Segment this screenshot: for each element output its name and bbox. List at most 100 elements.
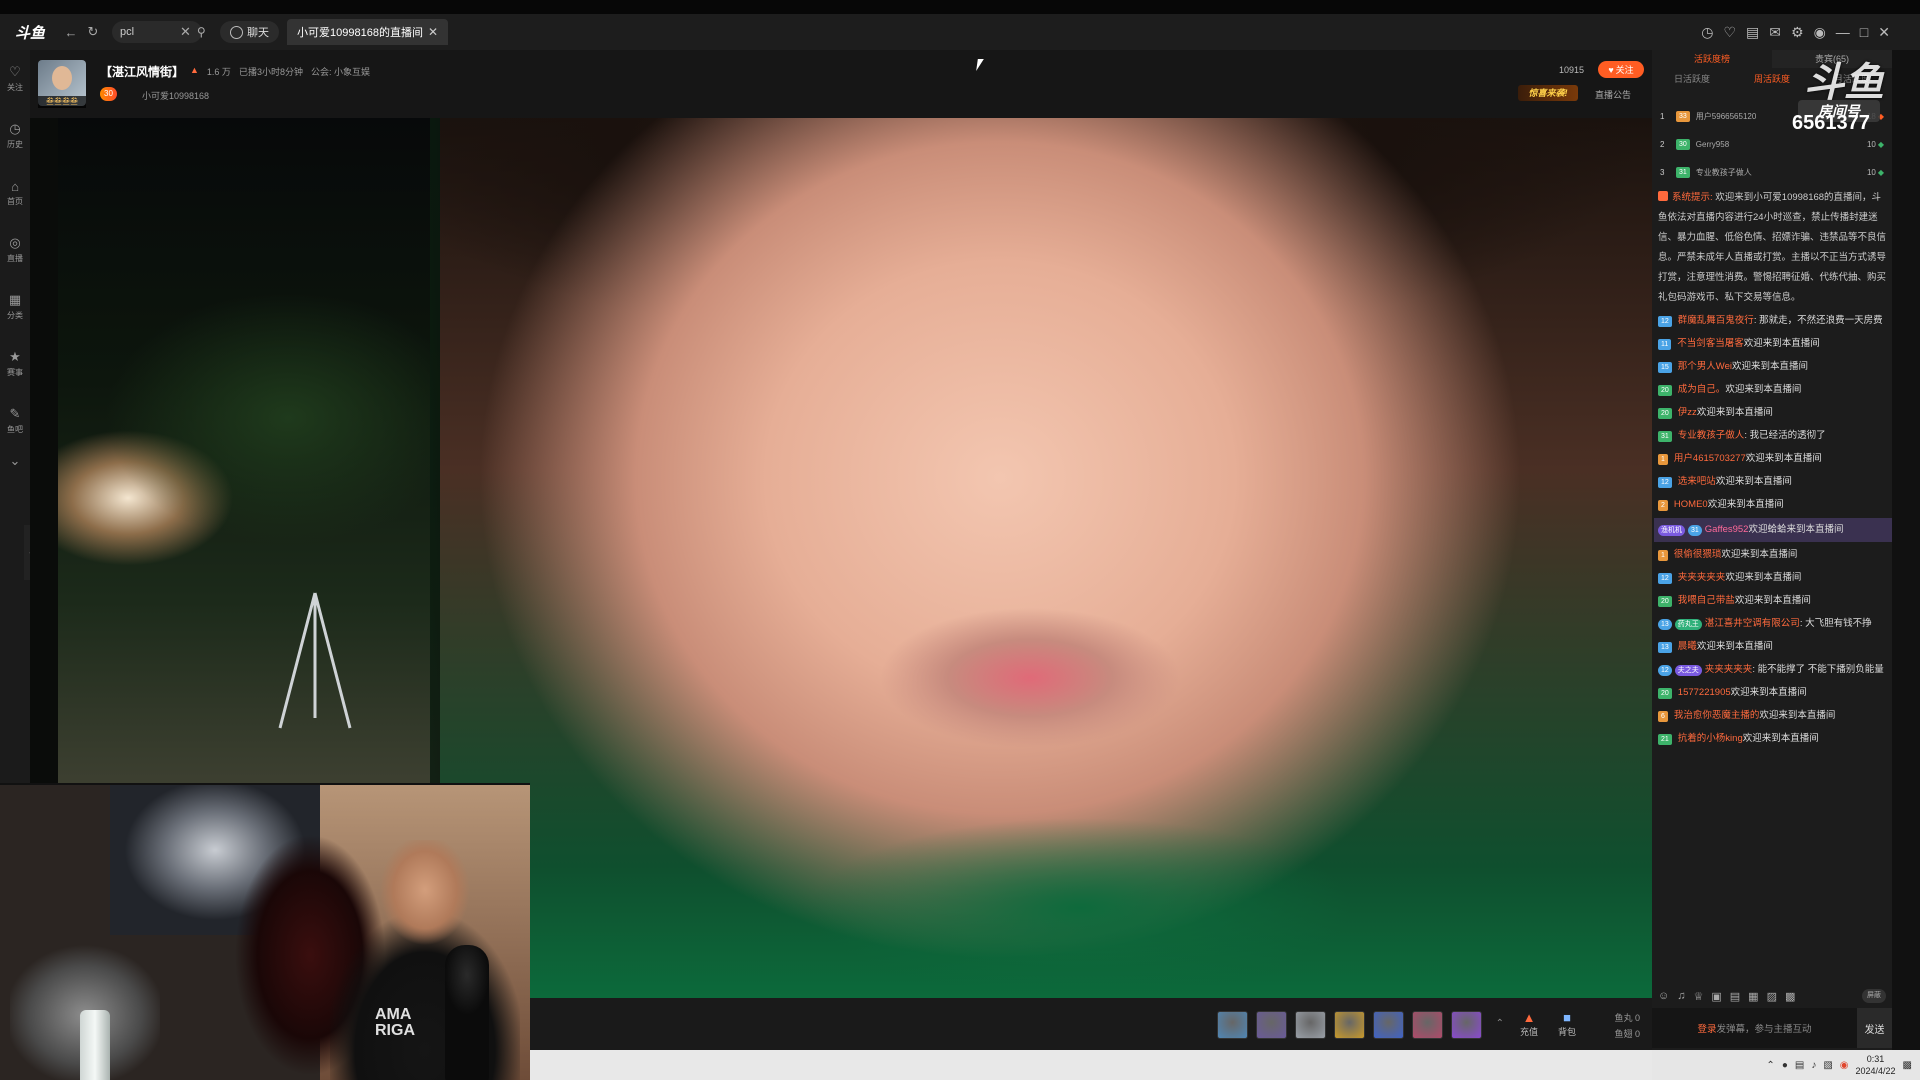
chat-username[interactable]: 群魔乱舞百鬼夜行 <box>1678 315 1754 326</box>
notification-icon[interactable]: ▩ <box>1903 1060 1912 1071</box>
emoji-icon[interactable]: ☺ <box>1658 990 1669 1002</box>
user-level-badge: 20 <box>1658 408 1672 419</box>
chat-button[interactable]: 聊天 <box>220 21 279 43</box>
room-guild[interactable]: 公会: 小象互娱 <box>311 65 370 78</box>
login-link[interactable]: 登录 <box>1697 1021 1716 1035</box>
chat-system-message: 系统提示: 欢迎来到小可爱10998168的直播间，斗鱼依法对直播内容进行24小… <box>1658 191 1887 303</box>
speaker-icon[interactable]: ♫ <box>1677 990 1685 1002</box>
crown-icon[interactable]: ♕ <box>1693 990 1703 1003</box>
notice-button[interactable]: 直播公告 <box>1595 88 1631 101</box>
settings-icon[interactable]: ⚙ <box>1791 24 1804 41</box>
chat-username[interactable]: 我治愈你恶魔主播的 <box>1674 710 1760 721</box>
chat-username[interactable]: 专业教孩子做人 <box>1678 430 1745 441</box>
tab-daily[interactable]: 日活跃度 <box>1652 70 1732 88</box>
refresh-icon[interactable]: ↻ <box>82 21 104 43</box>
share-icon[interactable]: ▩ <box>1785 990 1795 1003</box>
card-icon[interactable]: ▦ <box>1748 990 1758 1003</box>
back-icon[interactable]: ← <box>60 21 82 43</box>
fan-badge-icon[interactable]: ▣ <box>1711 990 1721 1003</box>
sidebar-more[interactable]: ⌄ <box>0 449 30 473</box>
sidebar-item-follow[interactable]: ♡ 关注 <box>0 50 30 107</box>
chat-message: 12 选来吧站欢迎来到本直播间 <box>1658 472 1888 492</box>
system-clock[interactable]: 0:31 2024/4/22 <box>1856 1053 1896 1077</box>
chat-text: 欢迎来到本直播间 <box>1732 361 1809 372</box>
gift-item[interactable] <box>1334 1011 1365 1039</box>
rank-row[interactable]: 3 31 专业教孩子做人 10 ◆ <box>1652 158 1892 186</box>
chat-username[interactable]: 晨曦 <box>1678 641 1697 652</box>
chat-username[interactable]: 很偷很猥琐 <box>1674 549 1722 560</box>
recharge-button[interactable]: ▲ 充值 <box>1514 1010 1544 1038</box>
sidebar-item-live[interactable]: ◎ 直播 <box>0 221 30 278</box>
heart-icon: ♥ <box>1608 64 1614 75</box>
send-button[interactable]: 发送 <box>1857 1008 1892 1048</box>
network-icon[interactable]: ▤ <box>1795 1060 1804 1071</box>
minimize-icon[interactable]: — <box>1836 24 1850 40</box>
video-close-up-face <box>440 118 1652 998</box>
chat-input[interactable]: 登录 发弹幕，参与主播互动 <box>1652 1008 1857 1048</box>
gift-item[interactable] <box>1373 1011 1404 1039</box>
playground-swing <box>278 592 352 729</box>
history-icon[interactable]: ◷ <box>1701 24 1713 41</box>
calendar-icon[interactable]: ▤ <box>1746 24 1759 41</box>
sidebar-item-events[interactable]: ★ 赛事 <box>0 335 30 392</box>
chat-message: 20 成为自己。欢迎来到本直播间 <box>1658 380 1888 400</box>
sidebar-item-history[interactable]: ◷ 历史 <box>0 107 30 164</box>
chat-username[interactable]: HOME0 <box>1674 499 1708 510</box>
clear-icon[interactable]: ✕ <box>180 24 191 40</box>
ime-icon[interactable]: ▧ <box>1823 1060 1832 1071</box>
search-icon[interactable]: ⚲ <box>197 25 206 39</box>
message-icon[interactable]: ✉ <box>1769 24 1781 41</box>
chat-text: 欢迎来到本直播间 <box>1715 476 1792 487</box>
avatar-tag: 叁叁叁叁 <box>38 96 86 108</box>
chat-username[interactable]: 用户4615703277 <box>1674 453 1746 464</box>
chat-message: 12 夫之夫 夹夹夹夹夹: 能不能撑了 不能下播别负能量 <box>1658 660 1888 680</box>
chat-username[interactable]: 夹夹夹夹夹 <box>1678 572 1726 583</box>
chat-username[interactable]: 那个男人Wei <box>1678 361 1732 372</box>
chat-username[interactable]: 成为自己。 <box>1678 384 1726 395</box>
chat-username[interactable]: 伊zz <box>1678 407 1697 418</box>
user-avatar-icon[interactable]: ◉ <box>1814 24 1826 41</box>
maximize-icon[interactable]: □ <box>1860 24 1868 40</box>
chat-message: 6 我治愈你恶魔主播的欢迎来到本直播间 <box>1658 706 1888 726</box>
chat-username[interactable]: 选来吧站 <box>1678 476 1716 487</box>
promo-banner[interactable]: 惊喜来袭! <box>1518 85 1578 101</box>
anchor-name[interactable]: 小可爱10998168 <box>142 89 209 102</box>
room-duration: 已播3小时8分钟 <box>238 67 303 77</box>
sidebar-item-category[interactable]: ▦ 分类 <box>0 278 30 335</box>
room-title: 【湛江风情街】 <box>100 65 185 79</box>
gift-item[interactable] <box>1217 1011 1248 1039</box>
sidebar-item-fishbar[interactable]: ✎ 鱼吧 <box>0 392 30 449</box>
gift-icon[interactable]: ▤ <box>1730 990 1740 1003</box>
chevron-up-icon[interactable]: ⌃ <box>1496 1018 1504 1029</box>
mic-icon[interactable]: ● <box>1782 1060 1788 1071</box>
backpack-button[interactable]: ■ 背包 <box>1552 1010 1582 1038</box>
chat-message: 15 那个男人Wei欢迎来到本直播间 <box>1658 357 1888 377</box>
bag-icon[interactable]: ▨ <box>1767 990 1777 1003</box>
chat-username[interactable]: 抗着的小杨king <box>1678 733 1743 744</box>
gift-item[interactable] <box>1451 1011 1482 1039</box>
chat-text: 欢迎来到本直播间 <box>1725 572 1802 583</box>
app-tray-icon[interactable]: ◉ <box>1840 1060 1849 1071</box>
room-hot: 1.6 万 <box>206 67 231 77</box>
tray-chevron-icon[interactable]: ⌃ <box>1766 1060 1774 1071</box>
gift-item[interactable] <box>1412 1011 1443 1039</box>
favorite-icon[interactable]: ♡ <box>1723 24 1736 41</box>
search-input[interactable] <box>120 26 178 38</box>
sidebar-item-home[interactable]: ⌂ 首页 <box>0 164 30 221</box>
chat-message: 20 伊zz欢迎来到本直播间 <box>1658 403 1888 423</box>
shield-toggle[interactable]: 屏蔽 <box>1862 989 1886 1003</box>
close-window-icon[interactable]: ✕ <box>1878 24 1890 41</box>
gift-item[interactable] <box>1256 1011 1287 1039</box>
rank-same-icon: ◆ <box>1877 167 1884 177</box>
chat-username[interactable]: 我喂自己带盐 <box>1678 595 1735 606</box>
douyu-logo[interactable]: 斗鱼 <box>0 14 60 50</box>
chat-username[interactable]: 1577221905 <box>1678 687 1731 698</box>
pip-webcam: AMA RIGA <box>0 783 530 1080</box>
gift-item[interactable] <box>1295 1011 1326 1039</box>
chat-username[interactable]: 不当剑客当屠客 <box>1677 338 1744 349</box>
tab-close-icon[interactable]: ✕ <box>428 25 438 39</box>
volume-icon[interactable]: ♪ <box>1811 1060 1816 1071</box>
tab-activity-rank[interactable]: 活跃度榜 <box>1652 50 1772 68</box>
follow-button[interactable]: ♥ 关注 <box>1598 61 1644 78</box>
room-tab[interactable]: 小可爱10998168的直播间 ✕ <box>287 19 449 45</box>
